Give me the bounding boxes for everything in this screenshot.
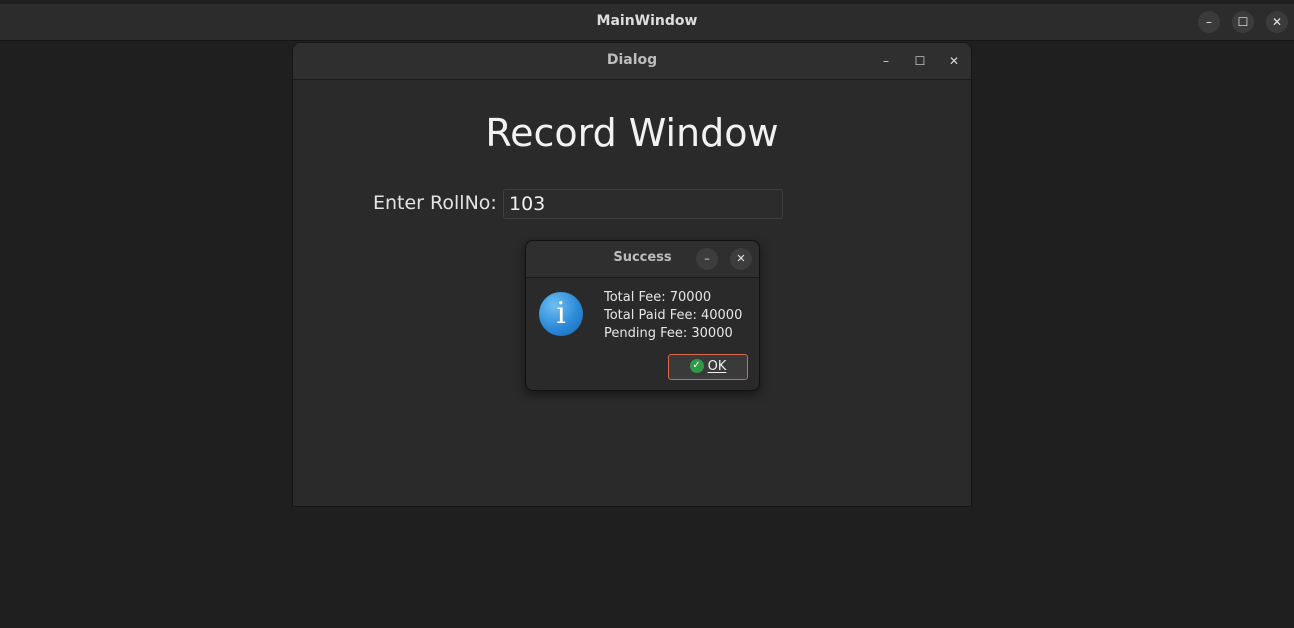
ok-button-label: OK	[707, 359, 727, 374]
information-icon: i	[539, 292, 583, 336]
message-close-button[interactable]: ✕	[730, 248, 752, 270]
roll-number-label: Enter RollNo:	[373, 192, 497, 214]
main-close-button[interactable]: ✕	[1266, 11, 1288, 33]
dialog-maximize-button[interactable]: ☐	[910, 51, 930, 71]
message-box-titlebar[interactable]: Success – ✕	[526, 241, 759, 278]
main-minimize-button[interactable]: –	[1198, 11, 1220, 33]
pending-fee-text: Pending Fee: 30000	[604, 326, 733, 341]
checkmark-icon: ✓	[689, 358, 704, 373]
dialog-minimize-button[interactable]: –	[876, 51, 896, 71]
message-minimize-button[interactable]: –	[696, 248, 718, 270]
dialog-titlebar[interactable]: Dialog – ☐ ✕	[293, 43, 971, 80]
dialog-title: Dialog	[606, 52, 658, 68]
main-window-title: MainWindow	[596, 13, 698, 29]
message-box-title: Success	[613, 250, 672, 265]
main-maximize-button[interactable]: ☐	[1232, 11, 1254, 33]
roll-number-input[interactable]: 103	[503, 189, 783, 219]
total-paid-fee-text: Total Paid Fee: 40000	[604, 308, 743, 323]
total-fee-text: Total Fee: 70000	[604, 290, 712, 305]
record-window-heading: Record Window	[485, 111, 779, 155]
success-message-box: Success – ✕ i Total Fee: 70000 Total Pai…	[525, 240, 760, 391]
fee-summary: Total Fee: 70000 Total Paid Fee: 40000 P…	[604, 289, 742, 343]
dialog-close-button[interactable]: ✕	[944, 51, 964, 71]
ok-button[interactable]: ✓ OK	[668, 354, 748, 380]
main-window-titlebar[interactable]: MainWindow – ☐ ✕	[0, 4, 1294, 41]
